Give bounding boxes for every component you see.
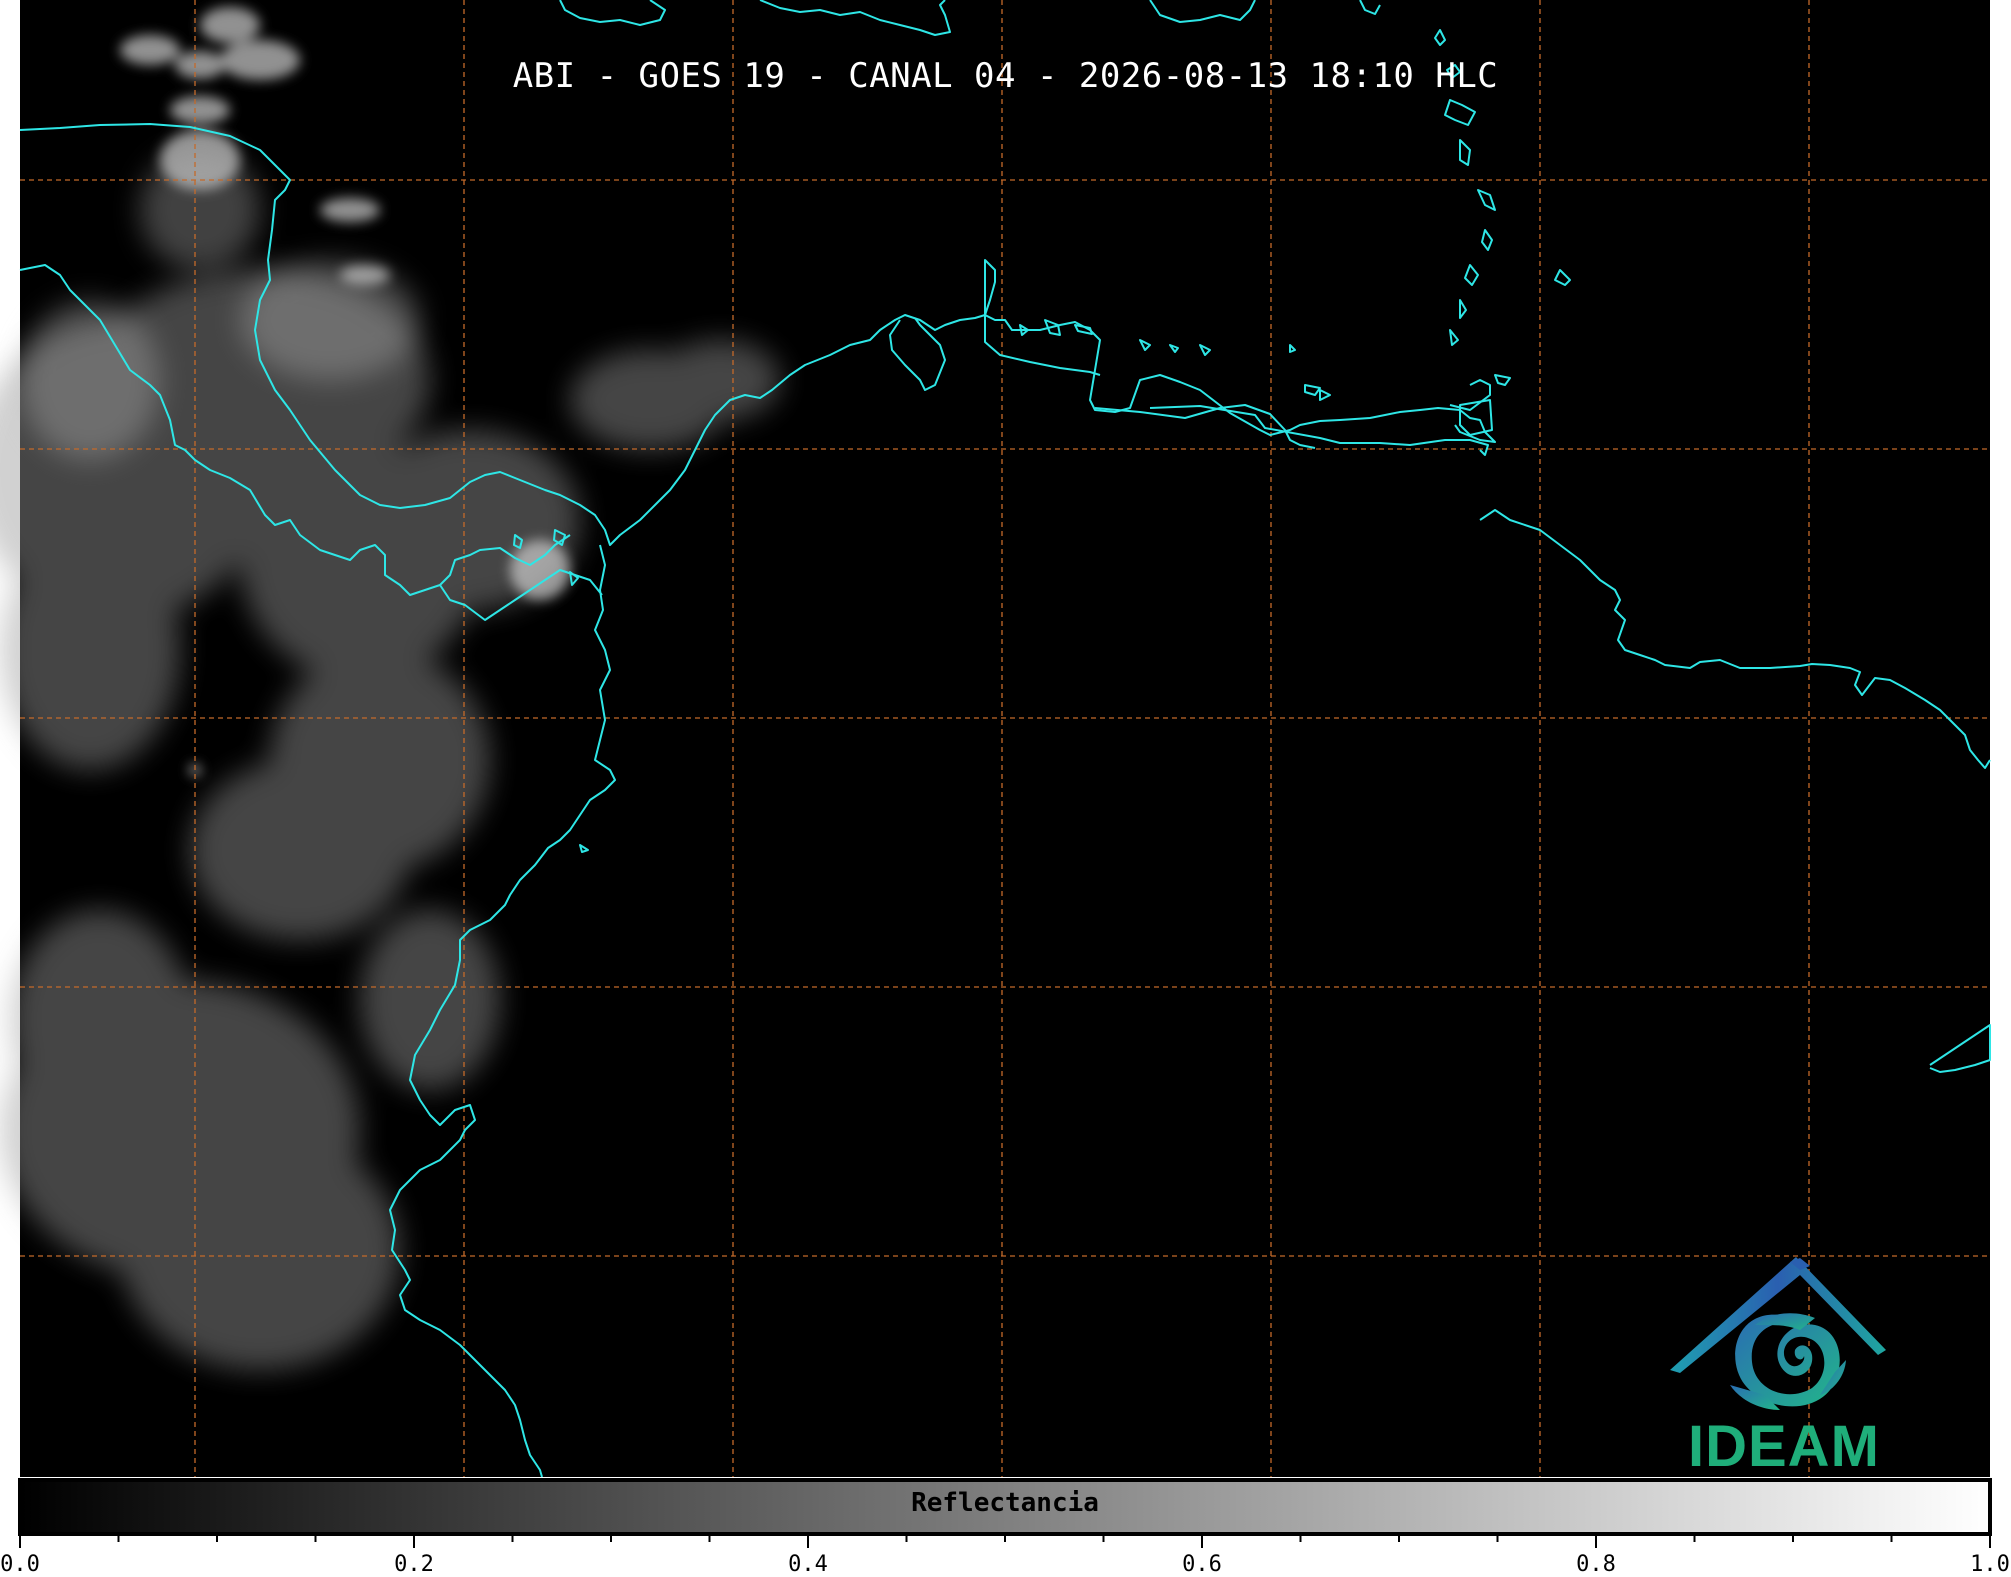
colorbar-tick-label: 1.0 — [1970, 1552, 2010, 1577]
colorbar-label: Reflectancia — [911, 1488, 1099, 1518]
colorbar-ticks — [19, 1534, 1991, 1548]
colorbar-tick-label: 0.6 — [1182, 1552, 1222, 1577]
colorbar-tick-label: 0.0 — [0, 1552, 40, 1577]
colorbar-tick-label: 0.4 — [788, 1552, 828, 1577]
satellite-map — [0, 0, 1992, 1548]
ideam-logo-text: IDEAM — [1688, 1414, 1880, 1479]
map-title: ABI - GOES 19 - CANAL 04 - 2026-08-13 18… — [512, 56, 1499, 96]
colorbar-tick-label: 0.8 — [1576, 1552, 1616, 1577]
colorbar-tick-label: 0.2 — [394, 1552, 434, 1577]
